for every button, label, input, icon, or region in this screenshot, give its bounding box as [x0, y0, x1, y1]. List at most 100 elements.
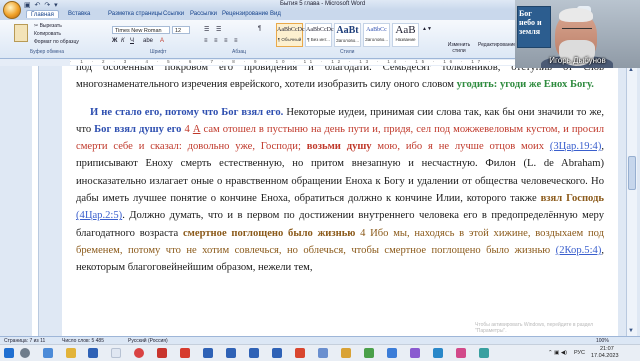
- text-run: мою, ибо я не лучше отцов моих: [371, 141, 545, 153]
- font-color-icon[interactable]: A: [160, 38, 164, 44]
- window-icon[interactable]: [111, 348, 121, 358]
- styles-scroll-icon[interactable]: ▲▼: [422, 26, 432, 32]
- underline-button[interactable]: Ч: [130, 38, 134, 44]
- task-view-icon[interactable]: [43, 348, 53, 358]
- style-heading-1[interactable]: AaBt Заголово...: [334, 23, 361, 47]
- scrollbar-thumb[interactable]: [628, 156, 636, 190]
- bold-button[interactable]: Ж: [112, 38, 117, 44]
- align-left-icon[interactable]: ≡: [204, 38, 208, 44]
- app-icon[interactable]: [180, 348, 190, 358]
- app-icon[interactable]: [479, 348, 489, 358]
- file-explorer-icon[interactable]: [66, 348, 76, 358]
- tab-insert[interactable]: Вставка: [68, 11, 90, 17]
- text-run: взял Господь: [540, 193, 604, 205]
- folder-icon[interactable]: [341, 348, 351, 358]
- office-button[interactable]: [3, 1, 21, 19]
- tab-review[interactable]: Рецензирование: [222, 11, 268, 17]
- style-sample: AaBbCc: [366, 27, 387, 33]
- style-name: Название: [395, 37, 416, 42]
- media-icon[interactable]: [295, 348, 305, 358]
- word-icon[interactable]: [88, 348, 98, 358]
- vertical-scrollbar[interactable]: [626, 66, 637, 336]
- style-normal[interactable]: AaBbCcDc ¶ Обычный: [276, 23, 305, 47]
- clock-time[interactable]: 21:07: [600, 346, 614, 352]
- style-heading-2[interactable]: AaBbCc Заголово...: [363, 23, 390, 47]
- tray-icons[interactable]: ⌃ ▣ ◀): [548, 350, 567, 356]
- tab-references[interactable]: Ссылки: [163, 11, 184, 17]
- show-marks-icon[interactable]: ¶: [258, 26, 261, 32]
- font-size-select[interactable]: 12: [172, 26, 190, 34]
- app-icon[interactable]: [456, 348, 466, 358]
- input-language[interactable]: РУС: [574, 350, 585, 356]
- ruler-ticks: · 1 · 2 · 3 · 4 · 5 · 6 · 7 · 8 · 9 · 10…: [70, 59, 495, 64]
- paragraph-group-label: Абзац: [232, 49, 247, 55]
- app-icon[interactable]: [364, 348, 374, 358]
- style-name: ¶ Обычный: [277, 37, 302, 42]
- style-name: Заголово...: [336, 38, 359, 43]
- app-icon[interactable]: [318, 348, 328, 358]
- change-styles-button[interactable]: Изменить стили: [446, 42, 472, 54]
- text-run: 4: [181, 123, 193, 135]
- document-page[interactable]: под особенным покровом его провидения и …: [62, 66, 618, 336]
- tab-mailings[interactable]: Рассылки: [190, 11, 217, 17]
- numbering-icon[interactable]: ☰: [216, 26, 221, 33]
- style-sample: AaBt: [336, 25, 359, 36]
- cut-button[interactable]: ✂ Вырезать: [34, 23, 62, 29]
- search-icon[interactable]: [20, 348, 30, 358]
- strikethrough-button[interactable]: abe: [143, 38, 153, 44]
- scripture-link[interactable]: (3Цар.19:4): [550, 141, 601, 152]
- glasses-icon: [562, 28, 592, 35]
- speaker-hair: [559, 8, 593, 22]
- opera-icon[interactable]: [134, 348, 144, 358]
- pdf-icon[interactable]: [157, 348, 167, 358]
- clipboard-group-label: Буфер обмена: [30, 49, 64, 55]
- style-no-spacing[interactable]: AaBbCcDc ¶ Без инт...: [305, 23, 334, 47]
- scroll-down-icon[interactable]: ▼: [628, 328, 634, 334]
- text-run: возьми душу: [300, 141, 372, 153]
- start-icon[interactable]: [4, 348, 14, 358]
- paste-icon[interactable]: [14, 24, 28, 42]
- style-title[interactable]: AaB Название: [392, 23, 419, 47]
- paragraph: И не стало его, потому что Бог взял его.…: [76, 104, 604, 277]
- word-doc-icon[interactable]: [203, 348, 213, 358]
- clock-date[interactable]: 17.04.2023: [591, 353, 619, 359]
- style-name: ¶ Без инт...: [307, 37, 330, 42]
- editing-button[interactable]: Редактирование: [478, 42, 516, 48]
- scripture-link[interactable]: (2Кор.5:4): [556, 245, 602, 256]
- app-icon[interactable]: [410, 348, 420, 358]
- format-painter-button[interactable]: Формат по образцу: [34, 39, 79, 45]
- align-right-icon[interactable]: ≡: [224, 38, 228, 44]
- italic-button[interactable]: К: [121, 38, 125, 44]
- word-doc-icon[interactable]: [226, 348, 236, 358]
- window-title: Бытия 5 глава - Microsoft Word: [280, 1, 366, 7]
- app-icon[interactable]: [387, 348, 397, 358]
- paragraph: под особенным покровом его провидения и …: [76, 66, 604, 94]
- document-text[interactable]: под особенным покровом его провидения и …: [76, 66, 604, 277]
- text-run: смертное поглощено было жизнью: [182, 227, 356, 239]
- quick-access-toolbar[interactable]: ▣ ↶ ↷ ▾: [24, 1, 59, 9]
- tab-view[interactable]: Вид: [270, 11, 281, 17]
- style-name: Заголово...: [365, 37, 388, 42]
- justify-icon[interactable]: ≡: [234, 38, 238, 44]
- style-sample: AaB: [395, 24, 416, 36]
- tab-home[interactable]: Главная: [26, 10, 59, 18]
- vertical-ruler[interactable]: [32, 66, 39, 336]
- font-group-label: Шрифт: [150, 49, 167, 55]
- app-icon[interactable]: [433, 348, 443, 358]
- text-run: Бог взял душу его: [94, 123, 182, 135]
- webcam-overlay: Бог небо и земля Игорь Дыбунов: [515, 0, 640, 68]
- verse-lead: И не стало его, потому что Бог взял его.: [90, 106, 284, 118]
- scripture-link[interactable]: (4Цар.2:5): [76, 210, 122, 221]
- left-margin-area: [0, 66, 62, 336]
- word-doc-icon[interactable]: [249, 348, 259, 358]
- speaker-name: Игорь Дыбунов: [549, 56, 606, 65]
- bullets-icon[interactable]: ☰: [204, 26, 209, 33]
- align-center-icon[interactable]: ≡: [214, 38, 218, 44]
- copy-button[interactable]: Копировать: [34, 31, 61, 37]
- styles-group-label: Стили: [340, 49, 355, 55]
- watermark-line: "Параметры".: [475, 328, 507, 334]
- word-doc-icon[interactable]: [272, 348, 282, 358]
- tab-page-layout[interactable]: Разметка страницы: [108, 11, 162, 17]
- font-family-select[interactable]: Times New Roman: [112, 26, 170, 34]
- activation-watermark: Чтобы активировать Windows, перейдите в …: [475, 322, 593, 334]
